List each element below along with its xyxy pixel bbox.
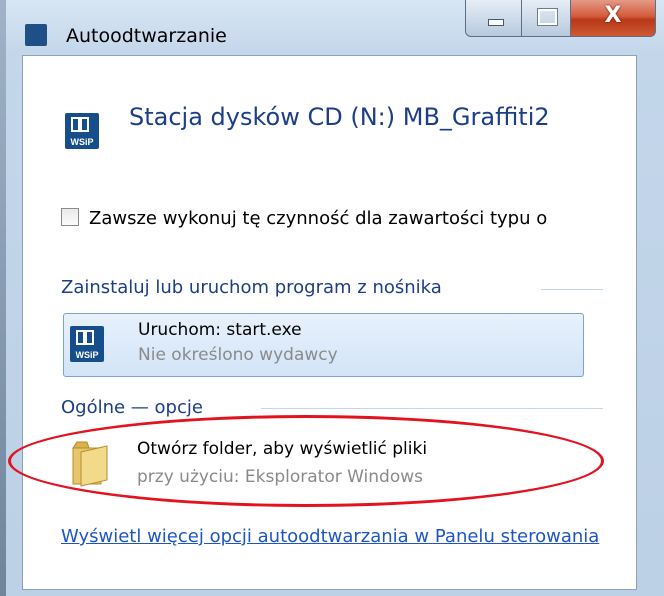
run-option-publisher: Nie określono wydawcy — [138, 345, 338, 365]
minimize-button[interactable] — [465, 0, 522, 37]
title-bar[interactable]: Autoodtwarzanie X — [0, 0, 664, 52]
folder-option-label: Otwórz folder, aby wyświetlić pliki — [137, 439, 428, 459]
wsip-glyph — [71, 117, 89, 132]
close-button[interactable]: X — [570, 0, 656, 37]
window-left-edge — [0, 0, 6, 596]
wsip-glyph — [76, 330, 94, 345]
close-icon: X — [604, 3, 622, 28]
open-folder-option[interactable]: Otwórz folder, aby wyświetlić pliki przy… — [63, 430, 584, 500]
maximize-icon — [537, 8, 558, 26]
program-icon: WSiP — [70, 326, 104, 362]
autoplay-app-icon — [25, 24, 47, 46]
always-do-this-checkbox[interactable] — [61, 208, 79, 226]
autoplay-window: Autoodtwarzanie X WSiP Stacja dysków CD … — [0, 0, 664, 596]
section-divider — [541, 289, 603, 290]
run-program-option[interactable]: WSiP Uruchom: start.exe Nie określono wy… — [63, 313, 584, 377]
device-title: Stacja dysków CD (N:) MB_Graffiti2 — [129, 103, 550, 131]
folder-option-sublabel: przy użyciu: Eksplorator Windows — [137, 467, 424, 487]
wsip-logo-icon: WSiP — [65, 113, 99, 149]
maximize-button[interactable] — [521, 0, 571, 37]
wsip-logo-text: WSiP — [75, 350, 99, 360]
section-divider — [261, 408, 603, 409]
minimize-icon — [488, 19, 504, 26]
dialog-content: WSiP Stacja dysków CD (N:) MB_Graffiti2 … — [22, 55, 637, 590]
wsip-logo-text: WSiP — [70, 137, 94, 147]
more-autoplay-options-link[interactable]: Wyświetl więcej opcji autoodtwarzania w … — [61, 522, 601, 552]
section-header-general: Ogólne — opcje — [61, 397, 203, 418]
section-header-install: Zainstaluj lub uruchom program z nośnika — [61, 277, 442, 298]
run-option-label: Uruchom: start.exe — [138, 320, 302, 340]
window-title: Autoodtwarzanie — [66, 25, 227, 47]
always-do-this-label[interactable]: Zawsze wykonuj tę czynność dla zawartośc… — [89, 208, 547, 229]
folder-icon — [72, 441, 108, 487]
